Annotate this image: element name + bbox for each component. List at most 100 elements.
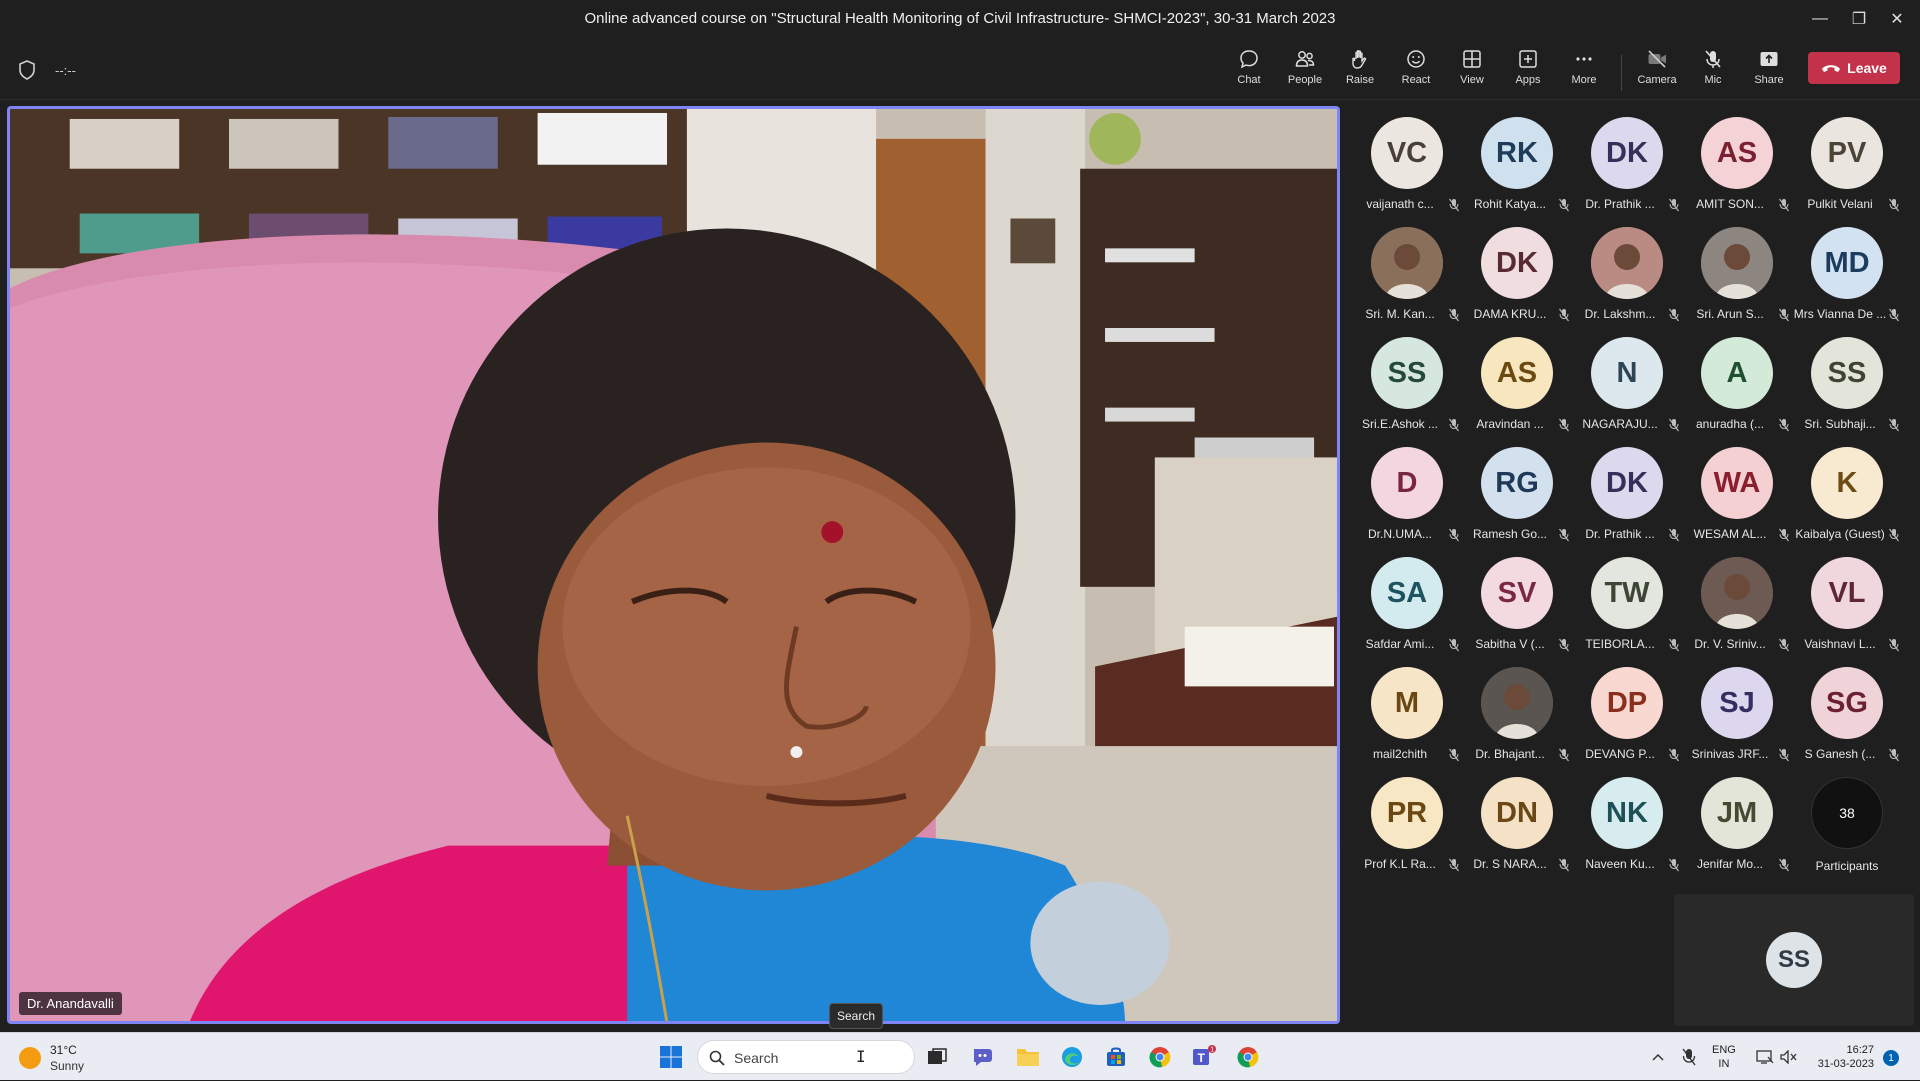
participant-tile[interactable]: DK DAMA KRU... [1462, 220, 1572, 330]
participant-tile[interactable]: DK Dr. Prathik ... [1572, 110, 1682, 220]
windows-start-icon[interactable] [659, 1045, 683, 1069]
participant-tile[interactable]: AS Aravindan ... [1462, 330, 1572, 440]
more-participants-tile[interactable]: 38 Participants [1792, 770, 1902, 880]
react-button[interactable]: React [1389, 48, 1443, 94]
participant-name: Dr. V. Sriniv... [1694, 637, 1766, 651]
participant-tile[interactable]: Aanuradha (... [1682, 330, 1792, 440]
participant-tile[interactable]: DK Dr. Prathik ... [1572, 440, 1682, 550]
clock-time: 16:27 [1846, 1044, 1874, 1056]
participant-tile[interactable]: VL Vaishnavi L... [1792, 550, 1902, 660]
language-region: IN [1718, 1058, 1730, 1070]
tray-mic-muted-icon[interactable] [1678, 1033, 1700, 1081]
weather-description[interactable]: Sunny [50, 1059, 84, 1073]
participant-tile[interactable]: RK Rohit Katya... [1462, 110, 1572, 220]
participant-tile[interactable]: DP DEVANG P... [1572, 660, 1682, 770]
participant-name: Sri. Subhaji... [1804, 417, 1876, 431]
participant-name: DEVANG P... [1585, 747, 1655, 761]
participant-tile[interactable]: Mmail2chith [1352, 660, 1462, 770]
share-button[interactable]: Share [1742, 48, 1796, 94]
participant-tile[interactable]: RG Ramesh Go... [1462, 440, 1572, 550]
participant-tile[interactable]: WA WESAM AL... [1682, 440, 1792, 550]
chrome-profile-icon[interactable] [1233, 1042, 1263, 1072]
participant-avatar: MD [1811, 227, 1883, 299]
teams-app-icon[interactable]: T1 [1189, 1042, 1219, 1072]
taskbar-search-box[interactable]: Search [697, 1040, 915, 1074]
notification-count-badge[interactable]: 1 [1883, 1050, 1899, 1066]
teams-chat-icon[interactable] [968, 1042, 998, 1072]
participant-tile[interactable]: N NAGARAJU... [1572, 330, 1682, 440]
participant-tile[interactable]: TW TEIBORLA... [1572, 550, 1682, 660]
participant-tile[interactable]: Dr. V. Sriniv... [1682, 550, 1792, 660]
mic-button[interactable]: Mic [1686, 48, 1740, 94]
participant-tile[interactable]: VC vaijanath c... [1352, 110, 1462, 220]
mic-muted-icon [1778, 198, 1790, 212]
participant-tile[interactable]: SA Safdar Ami... [1352, 550, 1462, 660]
edge-browser-icon[interactable] [1057, 1042, 1087, 1072]
participant-tile[interactable]: SV Sabitha V (... [1462, 550, 1572, 660]
microsoft-store-icon[interactable] [1101, 1042, 1131, 1072]
mic-muted-icon [1558, 198, 1570, 212]
participant-avatar: SJ [1701, 667, 1773, 739]
raise-hand-icon [1352, 50, 1367, 69]
people-button[interactable]: People [1278, 48, 1332, 94]
self-view-tile[interactable]: SS [1674, 894, 1914, 1026]
participant-tile[interactable]: SJ Srinivas JRF... [1682, 660, 1792, 770]
participant-tile[interactable]: PV Pulkit Velani [1792, 110, 1902, 220]
participant-name: Pulkit Velani [1807, 197, 1873, 211]
leave-button[interactable]: Leave [1808, 52, 1900, 84]
participant-tile[interactable]: D Dr.N.UMA... [1352, 440, 1462, 550]
windows-taskbar: 31°C Sunny Search I T1 ENG IN 16:27 31-0… [0, 1032, 1920, 1080]
apps-button[interactable]: Apps [1501, 48, 1555, 94]
mic-muted-icon [1448, 528, 1460, 542]
camera-button[interactable]: Camera [1630, 48, 1684, 94]
main-video-feed[interactable]: Dr. Anandavalli [7, 106, 1340, 1024]
participant-photo [1591, 227, 1663, 299]
participant-tile[interactable]: Sri. Arun S... [1682, 220, 1792, 330]
more-button[interactable]: More [1557, 48, 1611, 94]
participant-tile[interactable]: Dr. Lakshm... [1572, 220, 1682, 330]
participant-tile[interactable]: PR Prof K.L Ra... [1352, 770, 1462, 880]
mic-muted-icon [1888, 748, 1900, 762]
chrome-browser-icon[interactable] [1145, 1042, 1175, 1072]
participant-tile[interactable]: AS AMIT SON... [1682, 110, 1792, 220]
participant-tile[interactable]: SG S Ganesh (... [1792, 660, 1902, 770]
participant-avatar: N [1591, 337, 1663, 409]
network-icon[interactable] [1754, 1033, 1776, 1081]
participant-tile[interactable]: NK Naveen Ku... [1572, 770, 1682, 880]
mic-muted-icon [1668, 858, 1680, 872]
system-clock[interactable]: 16:27 31-03-2023 [1808, 1043, 1874, 1071]
file-explorer-icon[interactable] [1013, 1042, 1043, 1072]
participant-avatar: A [1701, 337, 1773, 409]
view-button[interactable]: View [1445, 48, 1499, 94]
language-indicator[interactable]: ENG IN [1712, 1043, 1736, 1071]
participant-avatar: SA [1371, 557, 1443, 629]
chat-label: Chat [1237, 74, 1261, 86]
volume-muted-icon[interactable] [1778, 1033, 1800, 1081]
clock-date: 31-03-2023 [1817, 1058, 1874, 1070]
participant-tile[interactable]: DN Dr. S NARA... [1462, 770, 1572, 880]
close-button[interactable]: ✕ [1874, 4, 1920, 34]
participant-name: Naveen Ku... [1585, 857, 1655, 871]
weather-sun-icon[interactable] [19, 1047, 41, 1069]
participant-tile[interactable]: SS Sri.E.Ashok ... [1352, 330, 1462, 440]
participant-tile[interactable]: MD Mrs Vianna De ... [1792, 220, 1902, 330]
chat-button[interactable]: Chat [1222, 48, 1276, 94]
participant-tile[interactable]: Dr. Bhajant... [1462, 660, 1572, 770]
people-label: People [1287, 74, 1323, 86]
leave-label: Leave [1847, 60, 1887, 76]
participant-tile[interactable]: Sri. M. Kan... [1352, 220, 1462, 330]
participant-tile[interactable]: JM Jenifar Mo... [1682, 770, 1792, 880]
tray-overflow-chevron-icon[interactable] [1648, 1033, 1668, 1081]
participant-tile[interactable]: SS Sri. Subhaji... [1792, 330, 1902, 440]
participant-name: Prof K.L Ra... [1364, 857, 1436, 871]
participant-tile[interactable]: K Kaibalya (Guest) [1792, 440, 1902, 550]
apps-icon [1519, 50, 1537, 68]
raise-hand-button[interactable]: Raise [1333, 48, 1387, 94]
mic-muted-icon [1558, 858, 1570, 872]
participant-name: Mrs Vianna De ... [1793, 307, 1887, 321]
shield-icon[interactable] [18, 60, 36, 80]
mic-muted-icon [1778, 528, 1790, 542]
task-view-icon[interactable] [922, 1042, 952, 1072]
participant-avatar: NK [1591, 777, 1663, 849]
weather-temperature[interactable]: 31°C [50, 1043, 77, 1057]
